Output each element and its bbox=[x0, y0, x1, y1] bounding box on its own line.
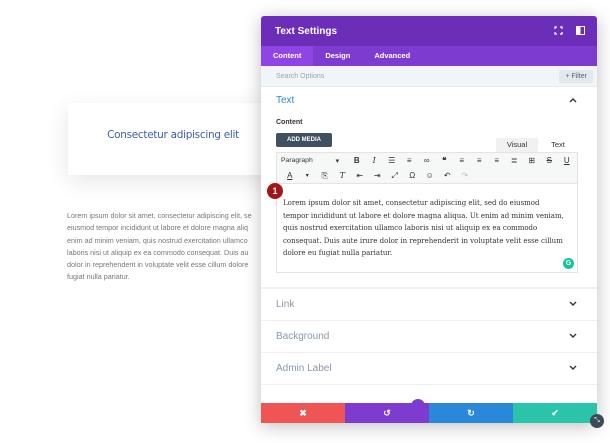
redo-icon: ↻ bbox=[467, 407, 475, 418]
editor-content-area[interactable]: Lorem ipsum dolor sit amet, consectetur … bbox=[276, 183, 578, 273]
paragraph-line: dolor in reprehenderit in voluptate veli… bbox=[67, 260, 249, 270]
undo-icon: ↺ bbox=[383, 407, 391, 418]
chevron-down-icon bbox=[569, 364, 577, 373]
cancel-button[interactable]: ✖ bbox=[261, 403, 345, 423]
editor-text: Lorem ipsum dolor sit amet, consectetur … bbox=[283, 197, 573, 260]
expand-icon[interactable] bbox=[553, 25, 563, 37]
text-color-icon[interactable]: A bbox=[281, 171, 299, 180]
filter-button[interactable]: + Filter bbox=[559, 69, 593, 83]
modal-header: Text Settings bbox=[261, 16, 597, 46]
section-title-text: Text bbox=[276, 95, 295, 106]
table-icon[interactable]: ⊞ bbox=[523, 156, 541, 165]
paragraph-line: fugiat nulla pariatur. bbox=[67, 272, 130, 282]
strikethrough-icon[interactable]: S bbox=[541, 156, 559, 165]
paragraph-line: laboris nisi ut aliquip ex ea commodo co… bbox=[67, 247, 249, 257]
special-char-icon[interactable]: Ω bbox=[404, 171, 422, 180]
bold-icon[interactable]: B bbox=[348, 156, 366, 165]
section-title-background: Background bbox=[276, 331, 330, 342]
save-button[interactable]: ✔ bbox=[513, 403, 597, 423]
tab-design[interactable]: Design bbox=[313, 46, 362, 66]
sidebar-toggle-icon[interactable] bbox=[575, 25, 585, 37]
text-module-card[interactable]: Consectetur adipiscing elit bbox=[68, 103, 278, 175]
tab-advanced[interactable]: Advanced bbox=[362, 46, 422, 66]
align-center-icon[interactable]: ≡ bbox=[471, 156, 489, 165]
content-label: Content bbox=[276, 119, 303, 126]
chevron-down-icon bbox=[569, 332, 577, 341]
caret-down-icon[interactable]: ▾ bbox=[299, 172, 317, 179]
caret-down-icon: ▾ bbox=[335, 157, 339, 165]
align-right-icon[interactable]: ≡ bbox=[488, 156, 506, 165]
resize-handle-icon[interactable]: ⤡ bbox=[590, 414, 604, 428]
admin-label-section-toggle[interactable]: Admin Label bbox=[261, 352, 597, 384]
background-section-toggle[interactable]: Background bbox=[261, 320, 597, 352]
undo-icon[interactable]: ↶ bbox=[439, 171, 457, 180]
modal-tabs: Content Design Advanced bbox=[261, 46, 597, 66]
link-section-toggle[interactable]: Link bbox=[261, 288, 597, 320]
card-heading: Consectetur adipiscing elit bbox=[107, 129, 239, 141]
italic-icon[interactable]: I bbox=[366, 156, 384, 165]
editor-line: consequat. Duis aute irure dolor in repr… bbox=[283, 236, 563, 245]
redo-button[interactable]: ↻ bbox=[429, 403, 513, 423]
add-media-button[interactable]: ADD MEDIA bbox=[276, 133, 332, 147]
grammarly-icon[interactable]: G bbox=[563, 258, 574, 269]
format-select[interactable]: Paragraph ▾ bbox=[281, 157, 343, 165]
indent-icon[interactable]: ⇥ bbox=[369, 171, 387, 180]
editor-line: tempor incididunt ut labore et dolore ma… bbox=[283, 211, 564, 220]
modal-title: Text Settings bbox=[275, 25, 338, 37]
paragraph-line: eiusmod tempor incididunt ut labore et d… bbox=[67, 223, 248, 233]
editor-line: quis nostrud exercitation ullamco labori… bbox=[283, 224, 538, 232]
link-icon[interactable]: ∞ bbox=[418, 156, 436, 165]
text-settings-modal: Text Settings Content Design Advanced Se… bbox=[261, 16, 597, 423]
numbered-list-icon[interactable]: ≡ bbox=[401, 156, 419, 165]
text-section-toggle[interactable]: Text bbox=[261, 95, 597, 106]
section-title-link: Link bbox=[276, 299, 295, 310]
redo-icon[interactable]: ↷ bbox=[456, 171, 474, 180]
align-left-icon[interactable]: ≡ bbox=[453, 156, 471, 165]
modal-footer: ✖ ↺ ↻ ✔ bbox=[261, 403, 597, 423]
search-bar: Search Options + Filter bbox=[261, 66, 597, 87]
bullet-list-icon[interactable]: ☰ bbox=[383, 156, 401, 165]
search-options-input[interactable]: Search Options bbox=[276, 73, 559, 80]
close-icon: ✖ bbox=[299, 407, 307, 418]
editor-toolbar: Paragraph ▾ B I ☰ ≡ ∞ ❝ ≡ ≡ ≡ ≣ ⊞ S U A … bbox=[276, 152, 578, 183]
align-justify-icon[interactable]: ≣ bbox=[506, 156, 524, 165]
clear-format-icon[interactable]: T bbox=[334, 171, 352, 180]
divider bbox=[261, 384, 597, 385]
undo-button[interactable]: ↺ bbox=[345, 403, 429, 423]
paragraph-line: Lorem ipsum dolor sit amet, consectetur … bbox=[67, 211, 252, 220]
fullscreen-icon[interactable]: ⤢ bbox=[386, 171, 404, 181]
editor-line: dolore eu fugiat nulla pariatur. bbox=[283, 249, 393, 257]
tab-content[interactable]: Content bbox=[261, 46, 314, 66]
step-badge: 1 bbox=[267, 183, 283, 199]
blockquote-icon[interactable]: ❝ bbox=[436, 156, 454, 165]
editor-line: Lorem ipsum dolor sit amet, consectetur … bbox=[283, 199, 540, 207]
section-title-admin-label: Admin Label bbox=[276, 363, 332, 374]
chevron-down-icon bbox=[569, 300, 577, 309]
chevron-up-icon bbox=[569, 96, 577, 105]
background-paragraph: Lorem ipsum dolor sit amet, consectetur … bbox=[67, 210, 262, 282]
paragraph-line: enim ad minim veniam, quis nostrud exerc… bbox=[67, 235, 248, 245]
checkmark-icon: ✔ bbox=[551, 407, 559, 418]
paste-icon[interactable]: ⎘ bbox=[316, 171, 334, 181]
outdent-icon[interactable]: ⇤ bbox=[351, 171, 369, 180]
format-select-value: Paragraph bbox=[281, 156, 313, 164]
underline-icon[interactable]: U bbox=[558, 156, 576, 165]
tab-text[interactable]: Text bbox=[541, 138, 575, 152]
tab-visual[interactable]: Visual bbox=[496, 138, 538, 152]
emoji-icon[interactable]: ☺ bbox=[421, 171, 439, 180]
